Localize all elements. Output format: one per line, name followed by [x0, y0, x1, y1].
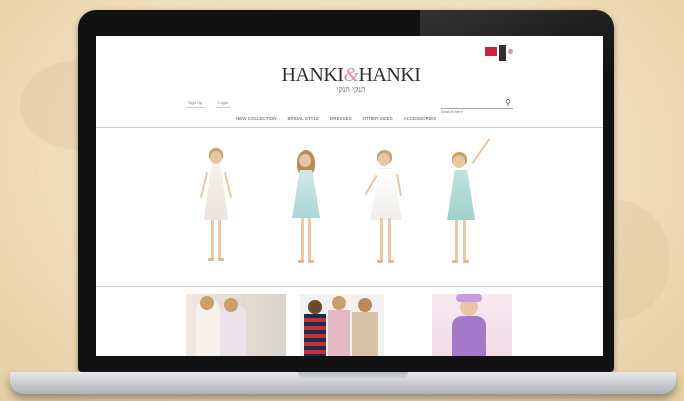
- logo-wordmark: HANKI&HANKI: [266, 64, 436, 87]
- login-link[interactable]: Login: [216, 100, 231, 108]
- nav-item-accessories[interactable]: ACCESSORIES: [404, 116, 437, 121]
- category-thumbnail-3[interactable]: [432, 294, 512, 356]
- logo-left: HANKI: [281, 64, 344, 86]
- account-links: Sign Up Login: [186, 100, 231, 108]
- laptop-screen: HANKI&HANKI הנקי הנקי Sign Up Login ⚲ NE…: [96, 36, 603, 356]
- cart-icon[interactable]: [499, 45, 506, 61]
- laptop-base: [10, 372, 676, 394]
- search-bar: ⚲: [441, 99, 513, 115]
- logo-amp: &: [343, 64, 359, 86]
- search-input[interactable]: [441, 108, 495, 115]
- nav-item-new-collection[interactable]: NEW COLLECTION: [236, 116, 277, 121]
- model-photo: [196, 148, 236, 288]
- model-photo: [442, 136, 496, 290]
- model-photo: [364, 150, 406, 290]
- hero-divider: [96, 286, 603, 287]
- laptop-notch: [298, 372, 408, 379]
- site-logo[interactable]: HANKI&HANKI הנקי הנקי: [266, 64, 436, 94]
- search-icon[interactable]: ⚲: [505, 99, 511, 107]
- category-thumbnail-2[interactable]: [300, 294, 384, 356]
- main-nav: NEW COLLECTION BRIDAL STYLE DRESSES OTHE…: [236, 116, 436, 121]
- signup-link[interactable]: Sign Up: [186, 100, 205, 108]
- header-icons: [481, 45, 513, 61]
- nav-item-bridal-style[interactable]: BRIDAL STYLE: [288, 116, 320, 121]
- notification-dot-icon: [508, 49, 513, 54]
- category-thumbnail-1[interactable]: [186, 294, 286, 356]
- nav-item-other-sizes[interactable]: OTHER SIZES: [363, 116, 393, 121]
- language-flag-icon[interactable]: [485, 47, 497, 56]
- logo-right: HANKI: [358, 64, 421, 86]
- model-photo: [286, 150, 326, 290]
- category-thumbnails: [96, 294, 603, 356]
- hero-banner[interactable]: [96, 128, 603, 286]
- nav-item-dresses[interactable]: DRESSES: [330, 116, 352, 121]
